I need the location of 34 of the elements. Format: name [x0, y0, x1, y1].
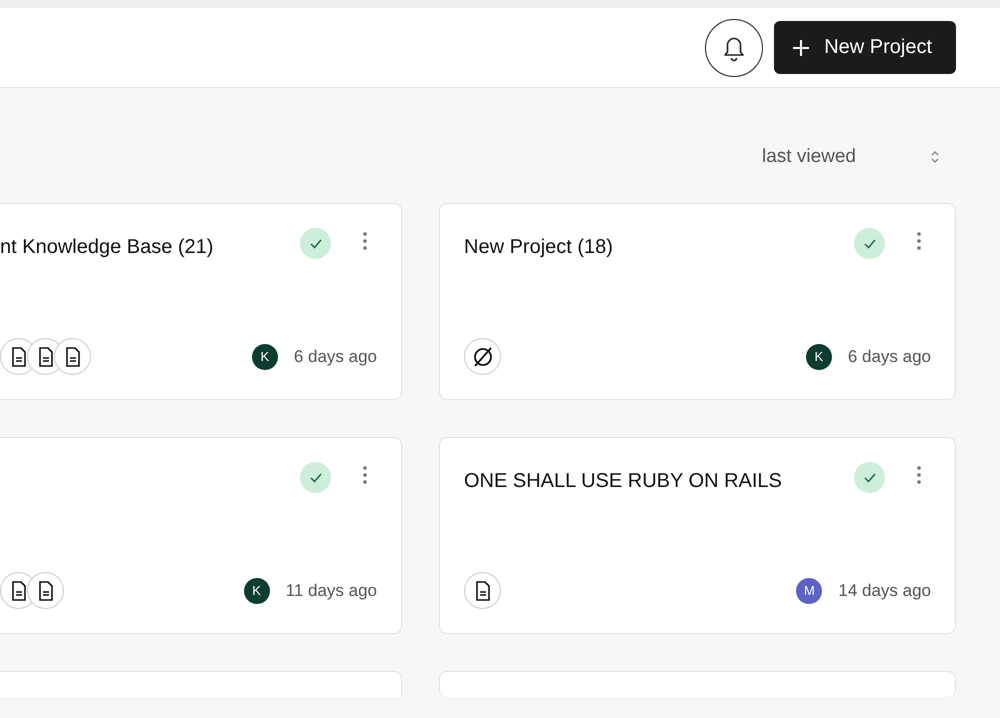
check-icon	[864, 238, 876, 248]
last-viewed-time: 14 days ago	[838, 580, 931, 600]
user-avatar: K	[806, 344, 832, 370]
sort-select[interactable]: last viewed	[762, 138, 940, 175]
document-icon	[38, 580, 54, 600]
kebab-icon	[917, 466, 921, 484]
project-card[interactable]: nt Knowledge Base (21) K 6 days ago	[0, 203, 402, 400]
check-icon	[864, 472, 876, 482]
user-avatar: M	[796, 578, 822, 604]
project-card[interactable]: K 11 days ago	[0, 437, 402, 634]
project-title: ONE SHALL USE RUBY ON RAILS	[464, 469, 783, 493]
document-icon	[10, 580, 26, 600]
check-icon	[310, 238, 322, 248]
last-viewed-time: 11 days ago	[286, 580, 377, 600]
document-icon	[38, 346, 54, 366]
last-viewed-time: 6 days ago	[848, 346, 931, 366]
user-avatar: K	[244, 578, 270, 604]
kebab-icon	[917, 232, 921, 250]
new-project-button[interactable]: New Project	[774, 21, 956, 74]
project-title: New Project (18)	[464, 235, 614, 259]
kebab-icon	[363, 232, 367, 250]
empty-set-icon	[472, 346, 494, 368]
project-title: nt Knowledge Base (21)	[0, 235, 214, 259]
last-viewed-time: 6 days ago	[294, 346, 377, 366]
project-card[interactable]: ONE SHALL USE RUBY ON RAILS M 14 days ago	[439, 437, 956, 634]
check-icon	[310, 472, 322, 482]
kebab-icon	[363, 466, 367, 484]
plus-icon	[792, 38, 810, 56]
document-icon	[474, 580, 490, 600]
document-icon	[10, 346, 26, 366]
user-avatar: K	[252, 344, 278, 370]
chevrons-icon	[930, 148, 940, 164]
project-card[interactable]: New Project (18) K 6 days ago	[439, 203, 956, 400]
document-icon	[64, 346, 80, 366]
